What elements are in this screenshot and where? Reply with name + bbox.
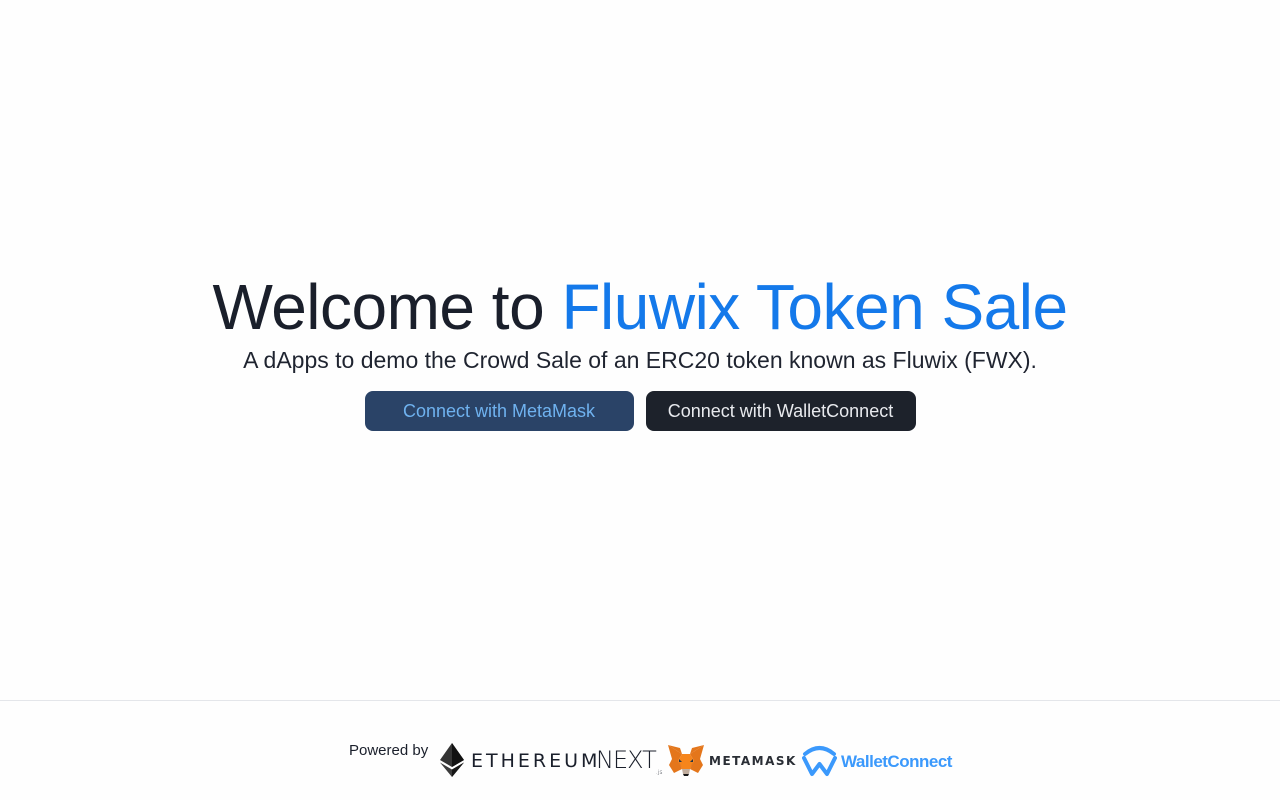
nextjs-logo: NEXT.js xyxy=(596,746,663,776)
title-prefix: Welcome to xyxy=(212,271,562,343)
connect-buttons: Connect with MetaMask Connect with Walle… xyxy=(0,391,1280,431)
nextjs-wordmark: NEXT xyxy=(596,746,657,774)
walletconnect-wordmark: WalletConnect xyxy=(841,752,952,771)
walletconnect-wave-icon xyxy=(802,746,837,776)
footer: Powered by ETHEREUM NEXT.js METAMASK Wal… xyxy=(0,700,1280,800)
ethereum-diamond-icon xyxy=(440,743,464,777)
connect-metamask-button[interactable]: Connect with MetaMask xyxy=(364,391,634,431)
metamask-wordmark: METAMASK xyxy=(709,754,797,768)
page-title: Welcome to Fluwix Token Sale xyxy=(0,270,1280,344)
hero-section: Welcome to Fluwix Token Sale A dApps to … xyxy=(0,270,1280,431)
powered-by-label: Powered by xyxy=(349,742,429,759)
title-accent: Fluwix Token Sale xyxy=(561,271,1068,343)
ethereum-wordmark: ETHEREUM xyxy=(471,750,601,772)
page-subtitle: A dApps to demo the Crowd Sale of an ERC… xyxy=(243,347,1037,373)
nextjs-suffix: .js xyxy=(655,768,663,776)
metamask-fox-icon xyxy=(668,745,704,776)
connect-walletconnect-button[interactable]: Connect with WalletConnect xyxy=(645,391,916,431)
page: Welcome to Fluwix Token Sale A dApps to … xyxy=(0,0,1280,800)
